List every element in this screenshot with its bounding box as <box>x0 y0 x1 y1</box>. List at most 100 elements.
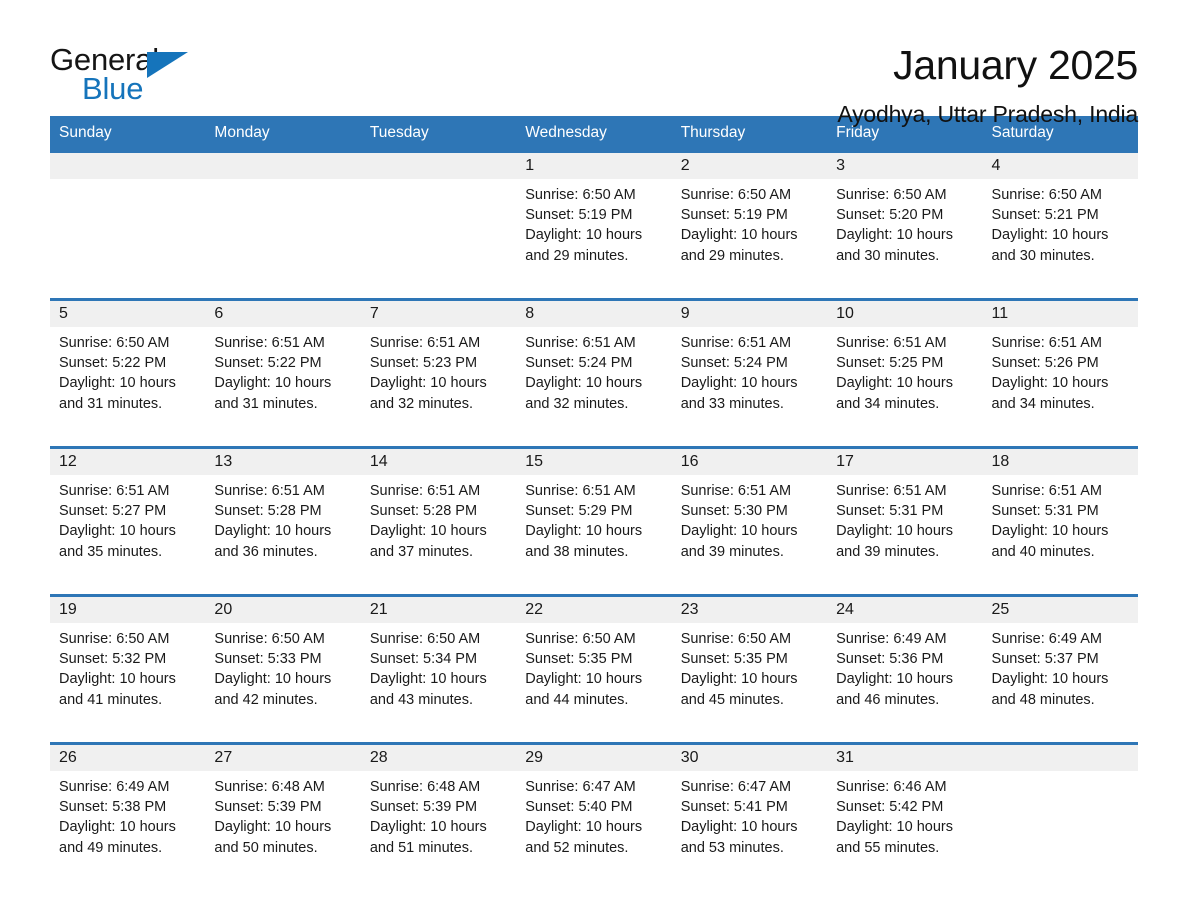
day-details: Sunrise: 6:51 AM Sunset: 5:25 PM Daylight:… <box>827 327 982 414</box>
sunset-text: Sunset: 5:36 PM <box>836 651 944 668</box>
calendar-day-cell[interactable]: 7 Sunrise: 6:51 AM Sunset: 5:23 PM Daylight… <box>360 301 517 436</box>
calendar-day-cell[interactable]: 29 Sunrise: 6:47 AM Sunset: 5:40 PM Dayligh… <box>516 745 672 880</box>
calendar-day-cell[interactable]: 10 Sunrise: 6:51 AM Sunset: 5:25 PM Dayligh… <box>827 301 983 436</box>
calendar-day-cell[interactable]: 12 Sunrise: 6:51 AM Sunset: 5:27 PM Dayligh… <box>50 449 206 584</box>
generalblue-logo[interactable]: General Blue <box>50 44 196 106</box>
day-cell-inner: 27 Sunrise: 6:48 AM Sunset: 5:39 PM Dayligh… <box>205 745 361 880</box>
calendar-day-cell[interactable]: 9 Sunrise: 6:51 AM Sunset: 5:24 PM Daylight… <box>671 301 828 436</box>
day-cell-inner: 31 Sunrise: 6:46 AM Sunset: 5:42 PM Dayligh… <box>827 745 983 880</box>
calendar-day-cell[interactable]: 27 Sunrise: 6:48 AM Sunset: 5:39 PM Dayligh… <box>205 745 361 880</box>
calendar-day-cell[interactable]: 3 Sunrise: 6:50 AM Sunset: 5:20 PM Daylight… <box>827 153 983 288</box>
calendar-day-cell[interactable] <box>982 745 1138 880</box>
sunrise-text: Sunrise: 6:50 AM <box>59 631 170 647</box>
week-spacer-cell <box>50 732 1138 742</box>
day-cell-inner: 18 Sunrise: 6:51 AM Sunset: 5:31 PM Dayligh… <box>982 449 1138 584</box>
sunset-text: Sunset: 5:34 PM <box>369 651 478 668</box>
calendar-day-cell[interactable]: 23 Sunrise: 6:50 AM Sunset: 5:35 PM Dayligh… <box>671 597 828 732</box>
calendar-day-cell[interactable]: 2 Sunrise: 6:50 AM Sunset: 5:19 PM Daylight… <box>671 153 828 288</box>
daylight-text-line2: and 30 minutes. <box>991 247 1095 264</box>
daylight-text-line2: and 50 minutes. <box>214 839 318 856</box>
calendar-day-cell[interactable]: 14 Sunrise: 6:51 AM Sunset: 5:28 PM Dayligh… <box>360 449 517 584</box>
day-number: 20 <box>205 597 361 623</box>
day-cell-inner: 3 Sunrise: 6:50 AM Sunset: 5:20 PM Daylight… <box>827 153 983 288</box>
day-number: 30 <box>671 745 828 771</box>
calendar-day-cell[interactable]: 6 Sunrise: 6:51 AM Sunset: 5:22 PM Daylight… <box>205 301 361 436</box>
day-details: Sunrise: 6:50 AM Sunset: 5:33 PM Daylight:… <box>205 623 360 710</box>
week-spacer-cell <box>50 436 1138 446</box>
calendar-day-cell[interactable]: 17 Sunrise: 6:51 AM Sunset: 5:31 PM Dayligh… <box>827 449 983 584</box>
calendar-day-cell[interactable]: 21 Sunrise: 6:50 AM Sunset: 5:34 PM Dayligh… <box>360 597 517 732</box>
sunrise-text: Sunrise: 6:51 AM <box>836 483 947 499</box>
calendar-day-cell[interactable] <box>205 153 361 288</box>
calendar-day-cell[interactable]: 22 Sunrise: 6:50 AM Sunset: 5:35 PM Dayligh… <box>516 597 672 732</box>
sunrise-text: Sunrise: 6:51 AM <box>214 483 325 499</box>
calendar-day-cell[interactable]: 19 Sunrise: 6:50 AM Sunset: 5:32 PM Dayligh… <box>50 597 206 732</box>
calendar-day-cell[interactable]: 1 Sunrise: 6:50 AM Sunset: 5:19 PM Daylight… <box>516 153 672 288</box>
sunset-text: Sunset: 5:31 PM <box>836 503 944 520</box>
daylight-text-line2: and 46 minutes. <box>836 691 940 708</box>
daylight-text-line2: and 39 minutes. <box>836 543 940 560</box>
calendar-day-cell[interactable]: 31 Sunrise: 6:46 AM Sunset: 5:42 PM Dayligh… <box>827 745 983 880</box>
sunrise-text: Sunrise: 6:49 AM <box>836 631 947 647</box>
calendar-day-cell[interactable]: 20 Sunrise: 6:50 AM Sunset: 5:33 PM Dayligh… <box>205 597 361 732</box>
daylight-text-line1: Daylight: 10 hours <box>59 523 176 540</box>
calendar-day-cell[interactable]: 13 Sunrise: 6:51 AM Sunset: 5:28 PM Dayligh… <box>205 449 361 584</box>
day-number: 24 <box>827 597 983 623</box>
day-details: Sunrise: 6:51 AM Sunset: 5:30 PM Daylight:… <box>672 475 827 562</box>
day-cell-inner: 8 Sunrise: 6:51 AM Sunset: 5:24 PM Daylight… <box>516 301 672 436</box>
sunrise-text: Sunrise: 6:49 AM <box>991 631 1102 647</box>
sunset-text: Sunset: 5:31 PM <box>991 503 1099 520</box>
day-cell-inner: 2 Sunrise: 6:50 AM Sunset: 5:19 PM Daylight… <box>671 153 828 288</box>
day-cell-inner: 20 Sunrise: 6:50 AM Sunset: 5:33 PM Dayligh… <box>205 597 361 732</box>
calendar-day-cell[interactable]: 4 Sunrise: 6:50 AM Sunset: 5:21 PM Daylight… <box>982 153 1138 288</box>
daylight-text-line1: Daylight: 10 hours <box>369 819 487 836</box>
calendar-day-cell[interactable]: 11 Sunrise: 6:51 AM Sunset: 5:26 PM Dayligh… <box>982 301 1138 436</box>
sunset-text: Sunset: 5:19 PM <box>680 207 788 224</box>
day-details: Sunrise: 6:50 AM Sunset: 5:34 PM Daylight:… <box>361 623 516 710</box>
day-number: 29 <box>516 745 672 771</box>
sunset-text: Sunset: 5:26 PM <box>991 355 1099 372</box>
day-cell-inner: 11 Sunrise: 6:51 AM Sunset: 5:26 PM Dayligh… <box>982 301 1138 436</box>
day-number: 6 <box>205 301 361 327</box>
calendar-day-cell[interactable]: 26 Sunrise: 6:49 AM Sunset: 5:38 PM Dayligh… <box>50 745 206 880</box>
day-cell-inner: 10 Sunrise: 6:51 AM Sunset: 5:25 PM Dayligh… <box>827 301 983 436</box>
sunset-text: Sunset: 5:22 PM <box>214 355 322 372</box>
day-number: 23 <box>671 597 828 623</box>
sunrise-text: Sunrise: 6:48 AM <box>369 779 481 795</box>
calendar-day-cell[interactable] <box>50 153 206 288</box>
calendar-day-cell[interactable]: 30 Sunrise: 6:47 AM Sunset: 5:41 PM Dayligh… <box>671 745 828 880</box>
day-details: Sunrise: 6:51 AM Sunset: 5:27 PM Daylight:… <box>50 475 205 562</box>
sunrise-text: Sunrise: 6:48 AM <box>214 779 325 795</box>
day-number: 15 <box>516 449 672 475</box>
daylight-text-line2: and 29 minutes. <box>680 247 784 264</box>
daylight-text-line1: Daylight: 10 hours <box>680 523 798 540</box>
day-number <box>982 745 1138 771</box>
calendar-day-cell[interactable]: 28 Sunrise: 6:48 AM Sunset: 5:39 PM Dayligh… <box>360 745 517 880</box>
day-cell-inner: 25 Sunrise: 6:49 AM Sunset: 5:37 PM Dayligh… <box>982 597 1138 732</box>
day-cell-inner: 19 Sunrise: 6:50 AM Sunset: 5:32 PM Dayligh… <box>50 597 206 732</box>
day-cell-inner <box>360 153 517 288</box>
week-spacer <box>50 436 1138 446</box>
calendar-day-cell[interactable] <box>360 153 517 288</box>
calendar-day-cell[interactable]: 8 Sunrise: 6:51 AM Sunset: 5:24 PM Daylight… <box>516 301 672 436</box>
sunset-text: Sunset: 5:30 PM <box>680 503 788 520</box>
day-details: Sunrise: 6:47 AM Sunset: 5:41 PM Daylight:… <box>672 771 827 858</box>
day-details: Sunrise: 6:50 AM Sunset: 5:19 PM Daylight:… <box>672 179 827 266</box>
calendar-day-cell[interactable]: 15 Sunrise: 6:51 AM Sunset: 5:29 PM Dayligh… <box>516 449 672 584</box>
calendar-day-cell[interactable]: 25 Sunrise: 6:49 AM Sunset: 5:37 PM Dayligh… <box>982 597 1138 732</box>
day-details: Sunrise: 6:48 AM Sunset: 5:39 PM Daylight:… <box>205 771 360 858</box>
day-details: Sunrise: 6:50 AM Sunset: 5:19 PM Daylight:… <box>516 179 671 266</box>
sunset-text: Sunset: 5:39 PM <box>214 799 322 816</box>
calendar-day-cell[interactable]: 24 Sunrise: 6:49 AM Sunset: 5:36 PM Dayligh… <box>827 597 983 732</box>
day-cell-inner: 17 Sunrise: 6:51 AM Sunset: 5:31 PM Dayligh… <box>827 449 983 584</box>
calendar-day-cell[interactable]: 18 Sunrise: 6:51 AM Sunset: 5:31 PM Dayligh… <box>982 449 1138 584</box>
daylight-text-line1: Daylight: 10 hours <box>369 523 487 540</box>
day-cell-inner: 21 Sunrise: 6:50 AM Sunset: 5:34 PM Dayligh… <box>360 597 517 732</box>
day-number: 18 <box>982 449 1138 475</box>
calendar-day-cell[interactable]: 5 Sunrise: 6:50 AM Sunset: 5:22 PM Daylight… <box>50 301 206 436</box>
calendar-day-cell[interactable]: 16 Sunrise: 6:51 AM Sunset: 5:30 PM Dayligh… <box>671 449 828 584</box>
day-cell-inner: 13 Sunrise: 6:51 AM Sunset: 5:28 PM Dayligh… <box>205 449 361 584</box>
day-number: 9 <box>671 301 828 327</box>
day-details: Sunrise: 6:51 AM Sunset: 5:31 PM Daylight:… <box>983 475 1138 562</box>
calendar-week-row: 12 Sunrise: 6:51 AM Sunset: 5:27 PM Dayligh… <box>50 449 1138 584</box>
